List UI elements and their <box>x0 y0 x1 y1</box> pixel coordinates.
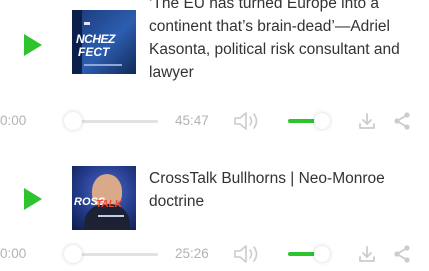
episode-title[interactable]: ‘The EU has turned Europe into a contine… <box>149 0 421 84</box>
seek-bar[interactable] <box>74 120 158 123</box>
artwork-caption-line <box>84 64 122 66</box>
episode-artwork[interactable]: NCHEZ FECT <box>72 10 136 74</box>
volume-handle[interactable] <box>314 113 330 129</box>
volume-icon[interactable] <box>233 243 261 265</box>
volume-icon[interactable] <box>233 110 261 132</box>
download-icon[interactable] <box>357 111 377 131</box>
volume-level <box>288 252 316 256</box>
player-controls: 0:00 45:47 <box>0 107 429 137</box>
episode-title[interactable]: CrossTalk Bullhorns | Neo-Monroe doctrin… <box>149 167 421 213</box>
share-icon[interactable] <box>392 244 412 264</box>
artwork-text: NCHEZ <box>76 32 115 46</box>
duration: 45:47 <box>175 113 209 128</box>
volume-level <box>288 119 316 123</box>
play-icon[interactable] <box>24 34 42 56</box>
player-controls: 0:00 25:26 <box>0 240 429 270</box>
volume-handle[interactable] <box>314 246 330 262</box>
episode-item: ROSS TALK CrossTalk Bullhorns | Neo-Monr… <box>0 140 429 271</box>
episode-artwork[interactable]: ROSS TALK <box>72 166 136 230</box>
artwork-text: TALK <box>96 199 122 210</box>
download-icon[interactable] <box>357 244 377 264</box>
current-time: 0:00 <box>0 113 27 128</box>
play-icon[interactable] <box>24 188 42 210</box>
duration: 25:26 <box>175 246 209 261</box>
share-icon[interactable] <box>392 111 412 131</box>
artwork-text: FECT <box>78 45 110 59</box>
seek-handle[interactable] <box>64 245 82 263</box>
artwork-caption-line <box>98 215 124 217</box>
seek-handle[interactable] <box>64 112 82 130</box>
current-time: 0:00 <box>0 246 27 261</box>
seek-bar[interactable] <box>74 253 158 256</box>
artwork-logo-mark <box>84 22 90 25</box>
episode-item: NCHEZ FECT ‘The EU has turned Europe int… <box>0 0 429 140</box>
